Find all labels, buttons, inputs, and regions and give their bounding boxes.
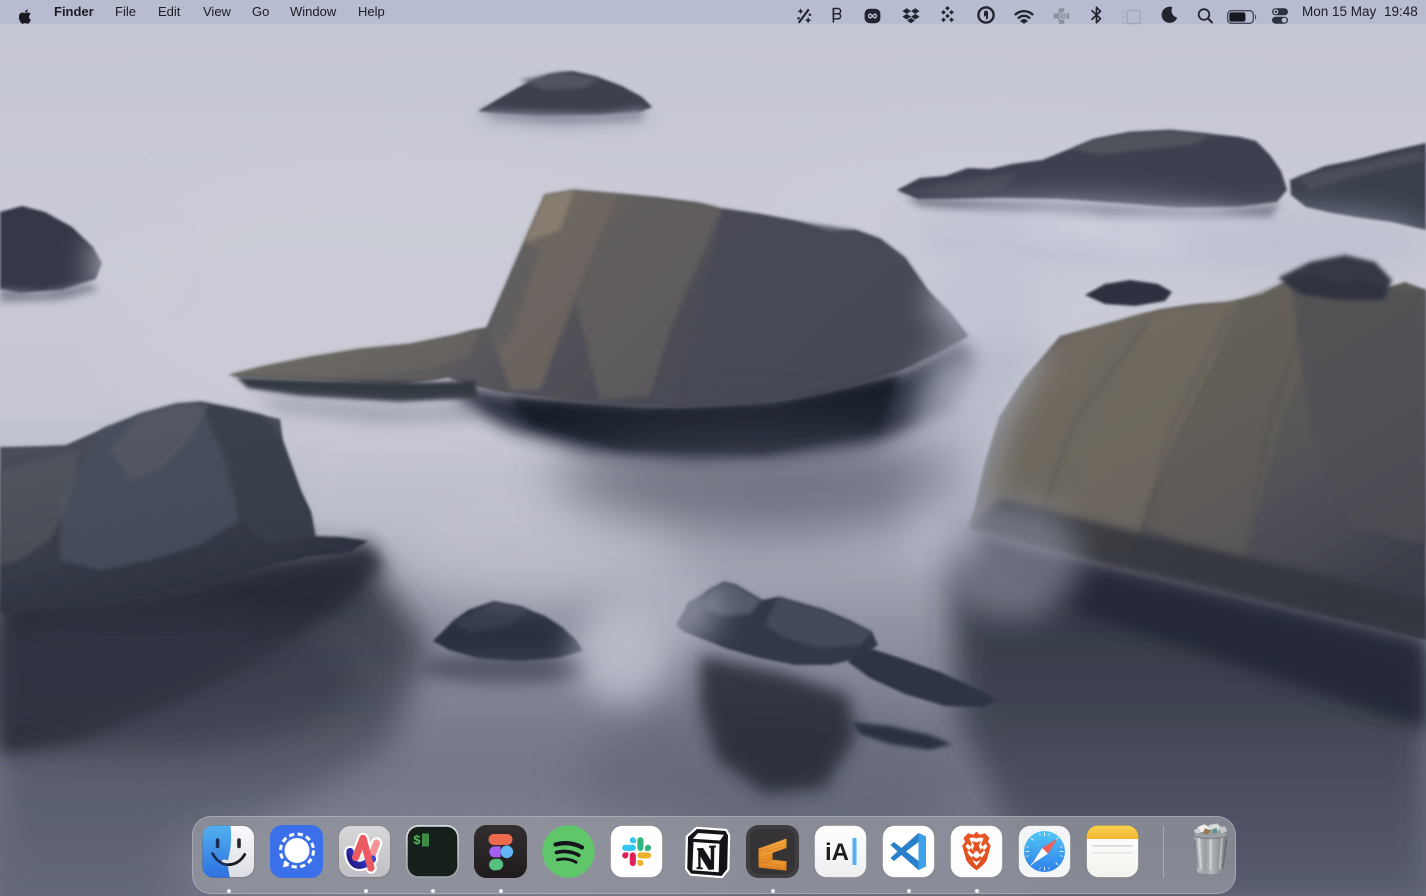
svg-text:iA: iA	[825, 839, 849, 866]
svg-text:$: $	[413, 833, 421, 848]
